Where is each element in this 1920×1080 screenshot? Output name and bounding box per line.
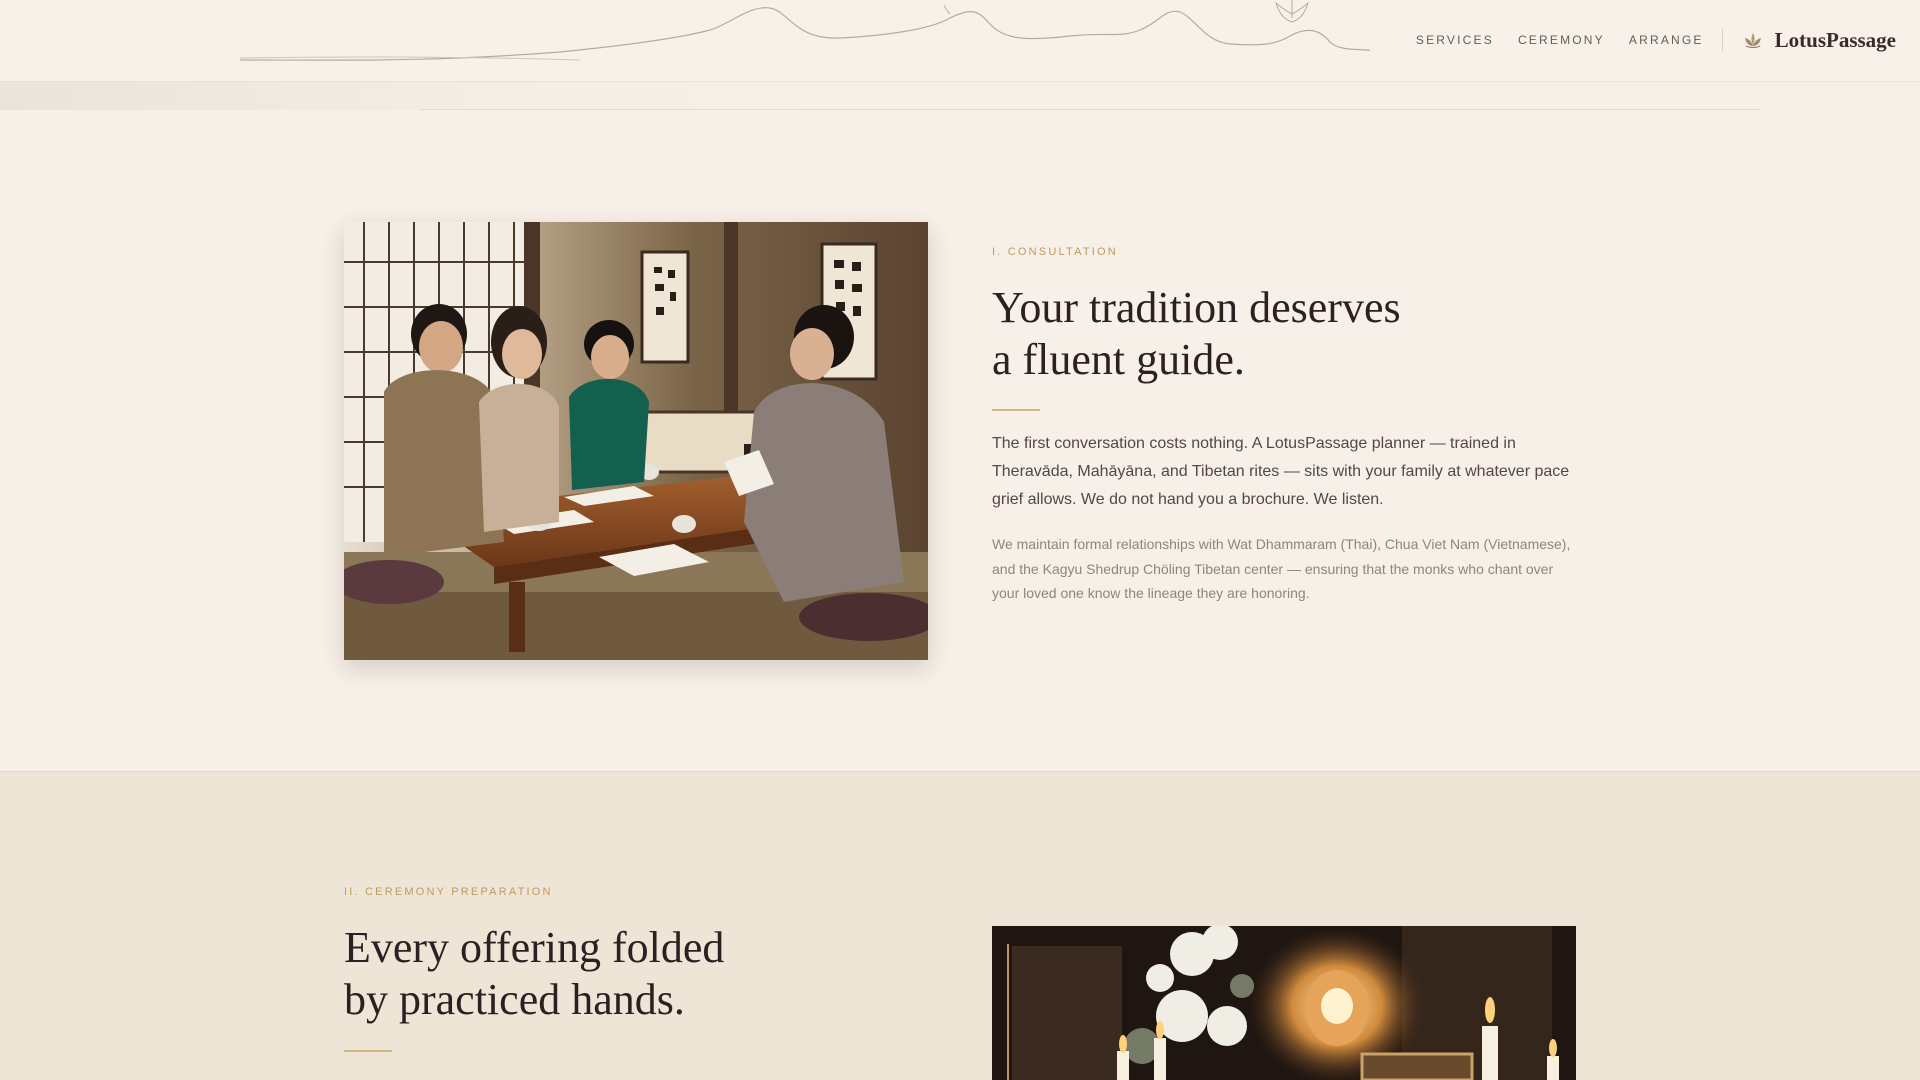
brand-logo-link[interactable]: LotusPassage — [1743, 28, 1896, 53]
preparation-title-line1: Every offering folded — [344, 923, 725, 972]
preparation-eyebrow: II. CEREMONY PREPARATION — [344, 886, 553, 898]
mountain-wave-decoration — [239, 0, 1370, 61]
gold-divider — [992, 409, 1040, 411]
family-consultation-photo — [344, 222, 928, 660]
nav-services[interactable]: SERVICES — [1416, 33, 1494, 47]
consultation-detail-paragraph: We maintain formal relationships with Wa… — [992, 536, 1571, 601]
consultation-lead-paragraph: The first conversation costs nothing. A … — [992, 435, 1570, 508]
nav-arrange[interactable]: ARRANGE — [1629, 33, 1704, 47]
nav-divider — [1721, 29, 1723, 51]
brand-name: LotusPassage — [1774, 27, 1896, 52]
altar-candles-photo — [992, 926, 1576, 1080]
gold-divider — [344, 1050, 392, 1052]
header-shadow-band — [0, 82, 1920, 110]
lotus-icon — [1744, 33, 1761, 49]
consultation-eyebrow: I. CONSULTATION — [992, 246, 1118, 258]
site-header: SERVICES CEREMONY ARRANGE LotusPassage — [0, 0, 1920, 82]
header-divider — [420, 109, 1760, 110]
ceremony-preparation-section — [0, 771, 1920, 1080]
consultation-text-block: I. CONSULTATION Your tradition deserves … — [992, 246, 1582, 606]
consultation-title-line2: a fluent guide. — [992, 335, 1245, 384]
preparation-title-line2: by practiced hands. — [344, 975, 685, 1024]
consultation-title-line1: Your tradition deserves — [992, 283, 1401, 332]
preparation-text-block: II. CEREMONY PREPARATION Every offering … — [344, 886, 934, 1052]
main-nav: SERVICES CEREMONY ARRANGE LotusPassage — [1392, 0, 1896, 80]
consultation-title: Your tradition deserves a fluent guide. — [992, 282, 1582, 386]
preparation-title: Every offering folded by practiced hands… — [344, 922, 934, 1026]
nav-ceremony[interactable]: CEREMONY — [1518, 33, 1605, 47]
